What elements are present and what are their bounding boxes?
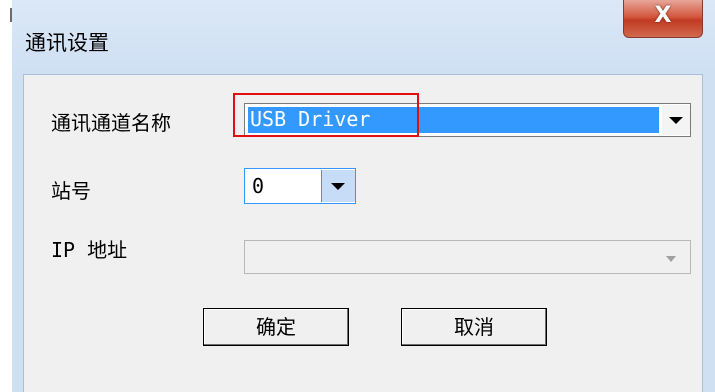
channel-dropdown-button[interactable] <box>662 105 690 135</box>
chevron-down-icon <box>331 183 345 190</box>
dialog-body: 通讯通道名称 USB Driver 站号 0 IP 地址 确定 取消 <box>23 74 703 392</box>
channel-name-label: 通讯通道名称 <box>51 111 171 135</box>
window-title: 通讯设置 <box>25 31 109 55</box>
ok-button[interactable]: 确定 <box>203 308 349 346</box>
chevron-down-icon <box>666 256 676 262</box>
dialog-window: 通讯设置 X 通讯通道名称 USB Driver 站号 0 IP 地址 确定 取… <box>12 0 715 392</box>
close-button[interactable]: X <box>623 0 703 38</box>
station-value: 0 <box>252 174 265 198</box>
chevron-down-icon <box>669 117 683 124</box>
close-icon: X <box>654 3 672 28</box>
station-label: 站号 <box>51 179 91 203</box>
ip-address-label: IP 地址 <box>51 238 128 262</box>
background-edge <box>0 0 12 392</box>
ip-address-select <box>244 240 691 274</box>
cancel-button[interactable]: 取消 <box>401 308 547 346</box>
station-dropdown-button[interactable] <box>321 170 355 202</box>
station-select[interactable]: 0 <box>244 168 356 204</box>
highlight-box <box>233 93 419 137</box>
title-bar[interactable]: 通讯设置 X <box>12 0 715 74</box>
